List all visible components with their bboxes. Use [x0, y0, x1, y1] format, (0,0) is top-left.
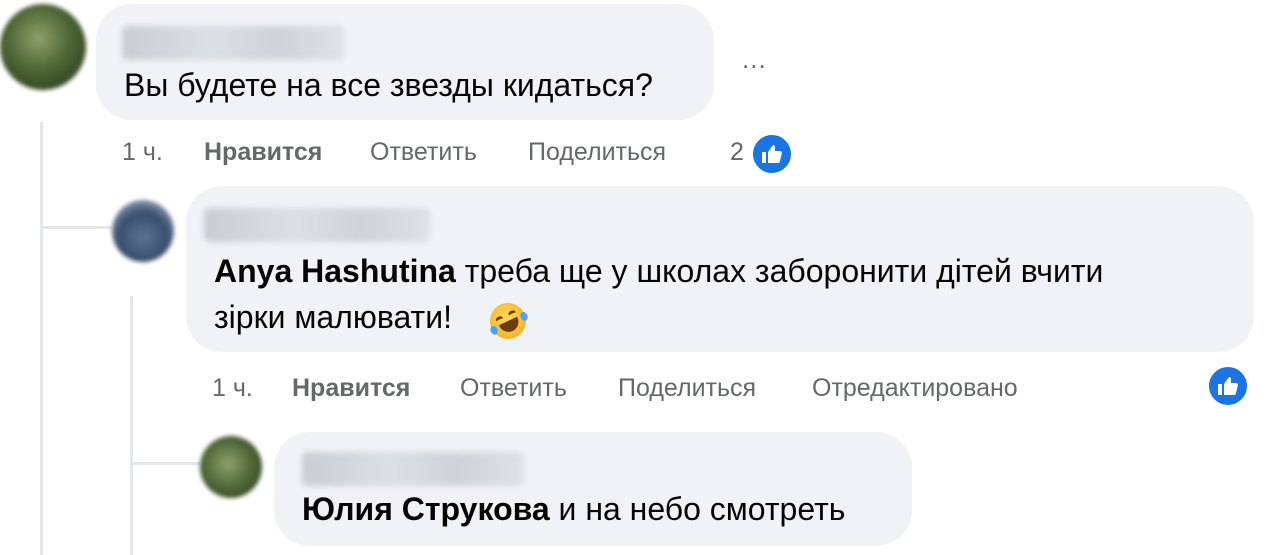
comment-time[interactable]: 1 ч. [122, 138, 163, 167]
comment-bubble: Anya Hashutina треба ще у школах заборон… [186, 186, 1254, 352]
thread-line-main [40, 122, 43, 555]
comment-text-line-1: Anya Hashutina треба ще у школах заборон… [214, 248, 1103, 294]
thread-line-reply [130, 296, 133, 555]
reply-button[interactable]: Ответить [460, 374, 567, 403]
comment-text-line-2: зірки малювати! [214, 294, 452, 340]
thread-line-branch-1 [40, 226, 112, 229]
comment-text: Юлия Струкова и на небо смотреть [302, 486, 845, 532]
like-button[interactable]: Нравится [204, 138, 322, 167]
share-button[interactable]: Поделиться [618, 374, 756, 403]
comment-text: Вы будете на все звезды кидаться? [124, 67, 653, 103]
mention-link[interactable]: Юлия Струкова [302, 491, 550, 527]
reply-button[interactable]: Ответить [370, 138, 477, 167]
comment-bubble: Вы будете на все звезды кидаться? [96, 4, 714, 120]
comment-actions: 1 ч. Нравится Ответить Поделиться 2 [122, 138, 822, 172]
thread-line-branch-2 [130, 462, 200, 465]
reaction-count[interactable]: 2 [730, 138, 744, 167]
author-name-blurred[interactable] [302, 452, 524, 486]
author-name-blurred[interactable] [204, 208, 430, 242]
author-name-blurred[interactable] [122, 26, 344, 60]
comment-actions: 1 ч. Нравится Ответить Поделиться Отреда… [212, 374, 1112, 408]
comment-time[interactable]: 1 ч. [212, 374, 253, 403]
thumbs-up-icon[interactable] [750, 132, 794, 176]
avatar[interactable] [0, 4, 86, 90]
comment-text-body: и на небо смотреть [549, 491, 846, 527]
comment-text: зірки малювати! [214, 299, 452, 335]
more-options-icon[interactable]: ... [742, 44, 767, 75]
thumbs-up-icon[interactable] [1206, 364, 1250, 408]
comment-bubble: Юлия Струкова и на небо смотреть [274, 432, 912, 546]
edited-label[interactable]: Отредактировано [812, 374, 1018, 403]
like-button[interactable]: Нравится [292, 374, 410, 403]
avatar[interactable] [200, 436, 262, 498]
comment-text: треба ще у школах заборонити дітей вчити [455, 253, 1104, 289]
mention-link[interactable]: Anya Hashutina [214, 253, 456, 289]
avatar[interactable] [112, 200, 174, 262]
rolling-on-floor-laughing-emoji [484, 297, 532, 345]
share-button[interactable]: Поделиться [528, 138, 666, 167]
